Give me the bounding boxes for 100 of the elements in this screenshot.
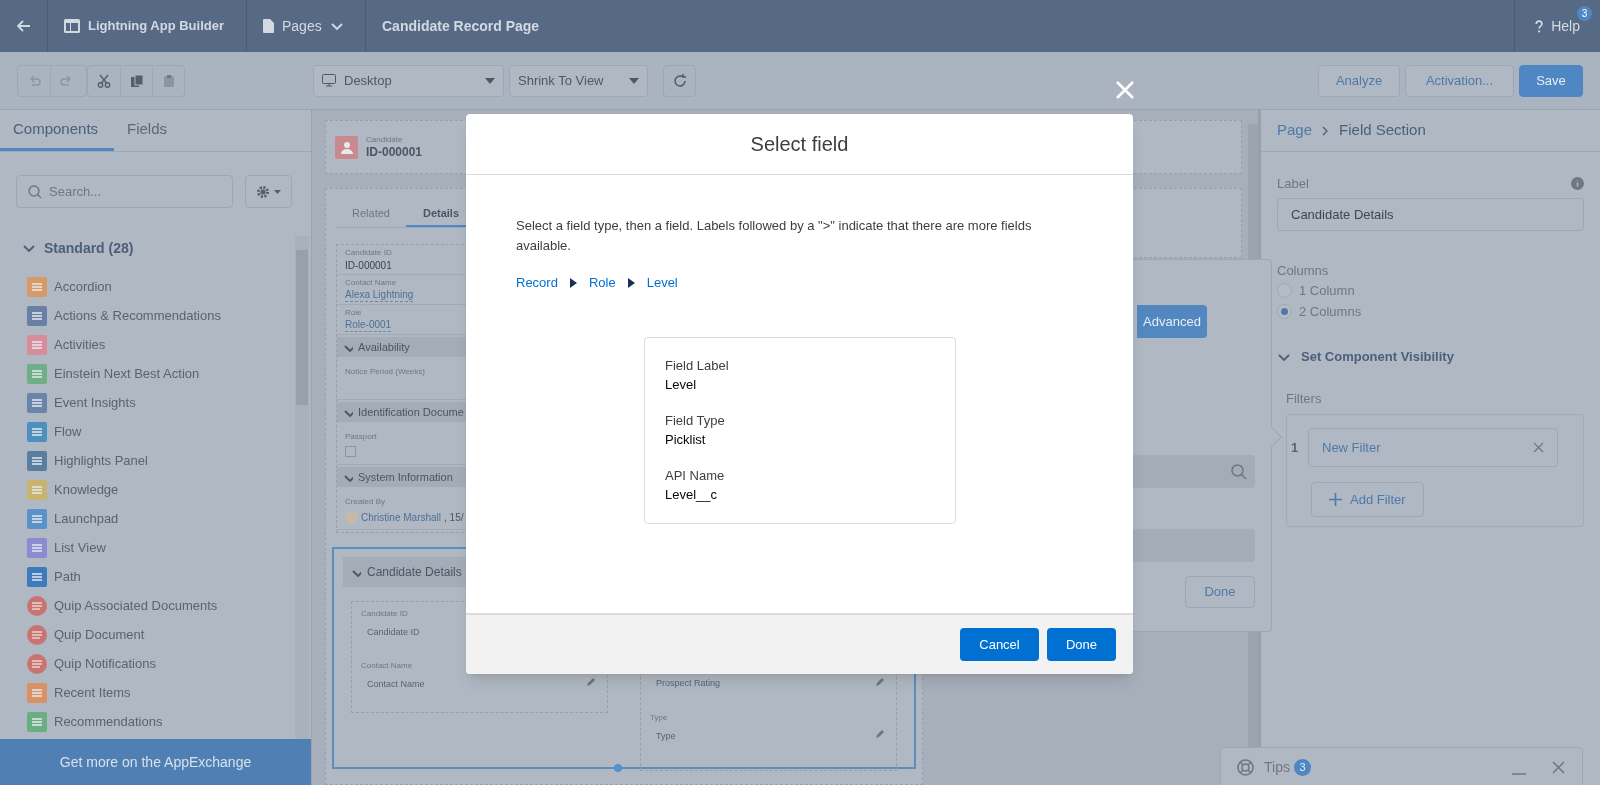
panel-tab[interactable]: Components — [0, 110, 114, 151]
dialog-title: Select field — [466, 114, 1133, 175]
component-item[interactable]: List View — [22, 533, 295, 562]
detail-value: Level — [665, 375, 698, 394]
record-name: ID-000001 — [366, 144, 423, 160]
detail-label: Field Type — [665, 411, 726, 430]
detail-label: Field Label — [665, 356, 730, 375]
undo-icon — [27, 73, 41, 88]
count-badge: 3 — [1293, 758, 1311, 776]
monitor-icon — [322, 74, 336, 87]
field-input[interactable]: Contact Name — [367, 676, 567, 692]
component-icon — [27, 392, 47, 413]
scrollbar[interactable] — [295, 236, 309, 739]
filter-item[interactable]: New Filter — [1308, 428, 1558, 467]
chevron-right-icon — [1322, 125, 1330, 136]
dialog-button[interactable]: Cancel — [960, 628, 1039, 661]
record-tab[interactable]: Related — [336, 201, 406, 227]
component-item[interactable]: Knowledge — [22, 475, 295, 504]
detail-value: Level__c — [665, 485, 719, 504]
dropdown-caret-icon — [485, 77, 495, 84]
pencil-icon — [875, 678, 884, 687]
app-name: Lightning App Builder — [88, 17, 224, 36]
field-input[interactable]: Prospect Rating — [656, 675, 856, 691]
refresh-button[interactable] — [663, 64, 696, 97]
label-field[interactable]: Candidate Details — [1277, 197, 1584, 231]
zoom-dropdown[interactable]: Shrink To View — [509, 64, 648, 97]
component-item[interactable]: Quip Document — [22, 620, 295, 649]
panel-tab[interactable]: Fields — [114, 110, 180, 151]
copy-icon — [129, 73, 144, 88]
component-item[interactable]: Path — [22, 562, 295, 591]
breadcrumb-link[interactable]: Page — [1277, 119, 1313, 142]
appexchange-link[interactable]: Get more on the AppExchange — [0, 739, 311, 785]
field-link[interactable]: Alexa Lightning — [345, 288, 414, 302]
component-item[interactable]: Quip Notifications — [22, 649, 295, 678]
component-item[interactable]: Quip Associated Documents — [22, 591, 295, 620]
radio-button[interactable] — [1277, 304, 1292, 319]
path-link[interactable]: Role — [588, 273, 616, 293]
notification-badge: 3 — [1577, 6, 1592, 21]
component-item[interactable]: Activities — [22, 330, 295, 359]
close-icon — [1533, 442, 1544, 453]
done-button[interactable]: Done — [1185, 576, 1255, 608]
field-link[interactable]: Role-0001 — [345, 318, 392, 332]
component-icon — [27, 305, 47, 326]
detail-label: API Name — [665, 466, 726, 485]
back-arrow-icon — [16, 20, 31, 32]
user-link[interactable]: Christine Marshall — [361, 510, 442, 525]
toolbar-button[interactable]: Activation... — [1405, 64, 1514, 97]
field-label: Label — [1277, 175, 1309, 193]
component-item[interactable]: Recommendations — [22, 707, 295, 736]
component-item[interactable]: Launchpad — [22, 504, 295, 533]
component-icon — [27, 276, 47, 297]
tips-label: Tips — [1264, 757, 1290, 777]
component-icon — [27, 363, 47, 384]
refresh-icon — [672, 73, 687, 88]
breadcrumb-current: Field Section — [1339, 120, 1426, 141]
add-filter-button[interactable]: Add Filter — [1311, 482, 1424, 517]
radio-option[interactable]: 1 Column — [1277, 280, 1584, 301]
question-mark-icon — [1535, 18, 1544, 34]
toolbar-button[interactable]: Analyze — [1318, 64, 1400, 97]
path-link[interactable]: Level — [646, 273, 678, 293]
save-button[interactable]: Save — [1519, 64, 1583, 97]
app-builder-icon — [64, 19, 80, 33]
component-item[interactable]: Flow — [22, 417, 295, 446]
component-icon — [27, 624, 47, 645]
component-item[interactable]: Accordion — [22, 272, 295, 301]
advanced-button[interactable]: Advanced — [1137, 305, 1207, 338]
search-icon — [28, 185, 42, 199]
redo-icon — [59, 73, 74, 88]
search-field[interactable] — [1131, 455, 1255, 488]
settings-button[interactable] — [245, 175, 292, 208]
input-field[interactable] — [1131, 529, 1255, 562]
radio-option[interactable]: 2 Columns — [1277, 301, 1584, 322]
group-header[interactable]: Standard (28) — [22, 236, 134, 260]
path-link[interactable]: Record — [516, 273, 558, 293]
component-item[interactable]: Recent Items — [22, 678, 295, 707]
filter-number: 1 — [1291, 438, 1299, 457]
avatar-icon — [345, 511, 358, 524]
component-item[interactable]: Event Insights — [22, 388, 295, 417]
component-item[interactable]: Actions & Recommendations — [22, 301, 295, 330]
field-input[interactable]: Type — [656, 728, 856, 744]
detail-value: Picklist — [665, 430, 707, 449]
component-icon — [27, 682, 47, 703]
search-field[interactable]: Search... — [16, 175, 233, 208]
component-item[interactable]: Einstein Next Best Action — [22, 359, 295, 388]
paste-icon — [161, 73, 176, 88]
close-button[interactable] — [1552, 760, 1566, 774]
lifebuoy-icon — [1237, 758, 1254, 776]
component-icon — [27, 537, 47, 558]
triangle-right-icon — [569, 277, 577, 288]
field-input[interactable]: Candidate ID — [367, 624, 567, 640]
component-item[interactable]: Highlights Panel — [22, 446, 295, 475]
component-icon — [27, 595, 47, 616]
device-dropdown[interactable]: Desktop — [313, 64, 504, 97]
section-toggle[interactable]: Set Component Visibility — [1277, 347, 1454, 367]
pencil-icon — [875, 730, 884, 739]
dialog-button[interactable]: Done — [1047, 628, 1116, 661]
component-icon — [27, 711, 47, 732]
plus-icon — [1329, 493, 1342, 506]
resize-handle[interactable] — [614, 764, 622, 772]
component-icon — [27, 508, 47, 529]
